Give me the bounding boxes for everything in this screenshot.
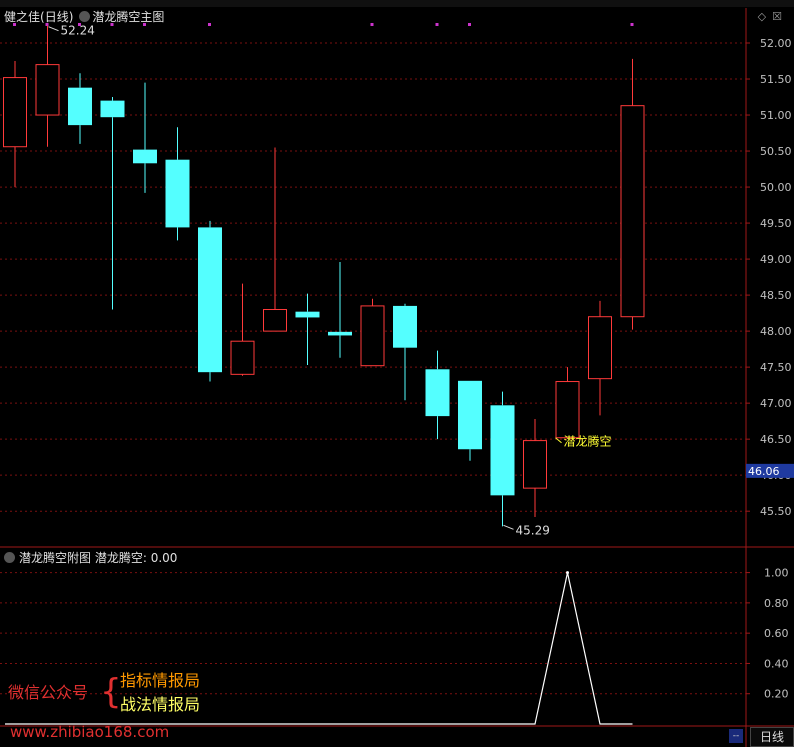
signal-marker (110, 23, 114, 26)
y-tick-label: 50.00 (760, 181, 792, 194)
y-tick-label: 47.50 (760, 361, 792, 374)
signal-marker (630, 23, 634, 26)
sub-series-value: 0.00 (150, 551, 178, 565)
candle-body-up (230, 340, 255, 375)
candle-body-up (555, 381, 580, 439)
candle-body-down (165, 159, 190, 228)
signal-marker (143, 23, 146, 26)
sub-y-tick-label: 0.20 (764, 688, 789, 701)
y-tick-label: 46.50 (760, 433, 792, 446)
watermark-line-1: 指标情报局 (120, 671, 201, 690)
y-tick-label: 49.00 (760, 253, 792, 266)
candle-body-down (458, 380, 482, 450)
y-tick-label: 49.50 (760, 217, 792, 230)
sub-y-tick-label: 1.00 (764, 567, 789, 580)
sub-indicator-point (566, 571, 569, 575)
candle-body-down (68, 87, 92, 126)
sub-indicator-title[interactable]: 潜龙腾空附图 (19, 551, 91, 565)
current-price-label: 46.06 (748, 465, 780, 478)
candle-body-up (3, 77, 27, 148)
watermark-line-2: 战法情报局 (120, 695, 201, 714)
candle-body-down (295, 311, 320, 318)
signal-marker (45, 23, 49, 26)
candle-body-up (523, 440, 547, 489)
signal-marker (370, 23, 374, 26)
sub-indicator-menu-icon[interactable] (4, 552, 15, 563)
period-tab-daily[interactable]: 日线 (750, 727, 794, 747)
candle-body-down (425, 369, 450, 417)
sub-y-tick-label: 0.60 (764, 627, 789, 640)
sub-y-tick-label: 0.40 (764, 657, 789, 670)
candle-body-down (490, 405, 515, 496)
candle-body-down (198, 227, 222, 373)
candle-body-up (263, 309, 287, 332)
signal-marker (208, 23, 211, 26)
dash-button[interactable]: -- (729, 729, 743, 743)
candle-body-up (35, 64, 60, 116)
signal-label: 潜龙腾空 (564, 434, 612, 449)
y-tick-label: 47.00 (760, 397, 792, 410)
y-tick-label: 48.00 (760, 325, 792, 338)
low-pointer (503, 524, 514, 530)
y-tick-label: 45.50 (760, 505, 792, 518)
signal-pointer (555, 437, 562, 444)
candle-body-up (588, 316, 612, 380)
y-tick-label: 50.50 (760, 145, 792, 158)
high-pointer (48, 26, 59, 32)
candle-body-up (620, 105, 645, 318)
candle-body-down (328, 331, 352, 336)
signal-marker (13, 23, 16, 26)
sub-series-label: 潜龙腾空: (94, 551, 147, 565)
sub-y-tick-label: 0.80 (764, 597, 789, 610)
low-label: 45.29 (516, 523, 550, 537)
high-label: 52.24 (61, 24, 95, 38)
wechat-account-label: 微信公众号 (8, 683, 89, 702)
watermark-url: www.zhibiao168.com (10, 723, 170, 741)
y-tick-label: 51.00 (760, 109, 792, 122)
y-tick-label: 52.00 (760, 37, 792, 50)
y-tick-label: 51.50 (760, 73, 792, 86)
brace-glyph: { (100, 672, 122, 712)
sub-chart-header: 潜龙腾空附图 潜龙腾空: 0.00 (4, 549, 177, 566)
y-tick-label: 48.50 (760, 289, 792, 302)
chart-canvas: 45.5046.0046.5047.0047.5048.0048.5049.00… (0, 8, 794, 747)
signal-marker (468, 23, 471, 26)
candle-body-down (133, 149, 157, 164)
candle-body-down (393, 305, 417, 348)
signal-marker (435, 23, 439, 26)
candle-body-up (360, 305, 385, 367)
candle-body-down (100, 100, 125, 118)
